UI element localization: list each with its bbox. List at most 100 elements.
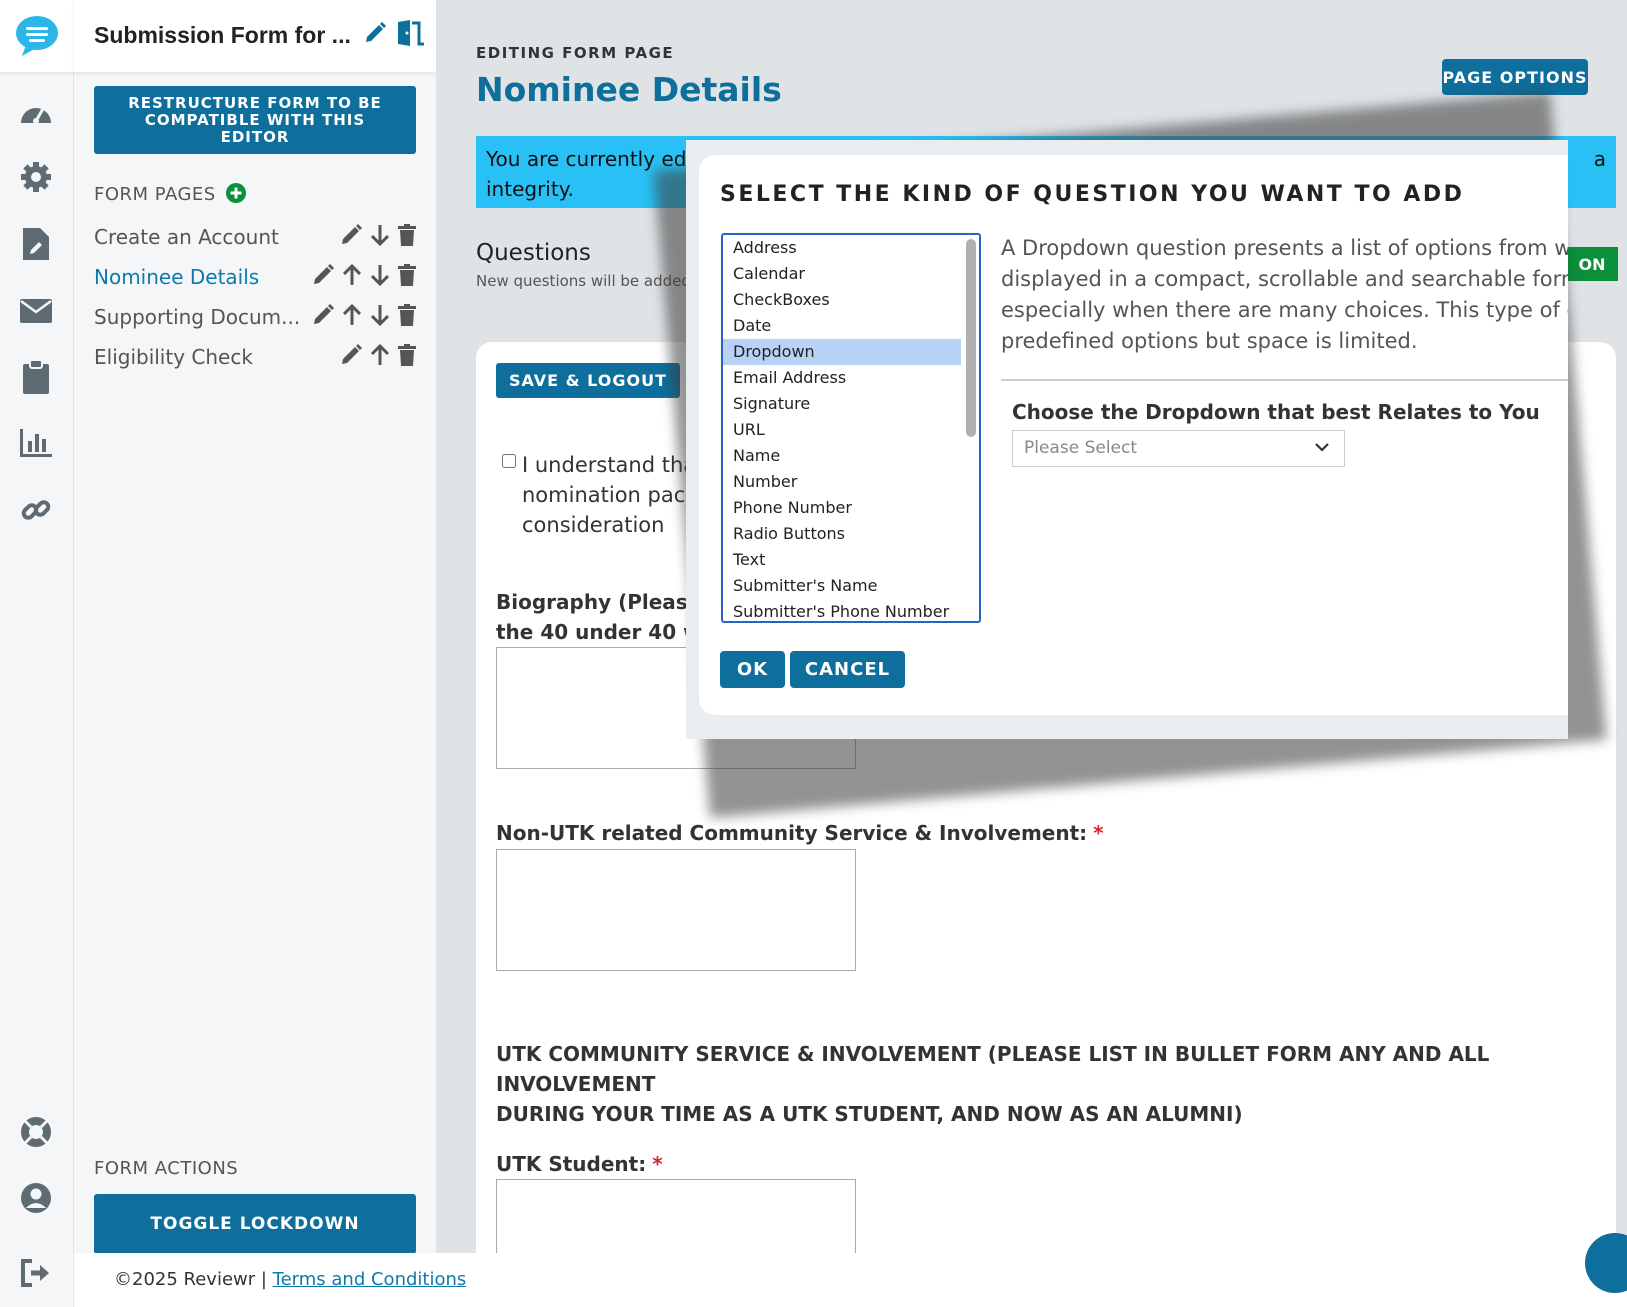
arrow-down-icon[interactable] bbox=[370, 264, 390, 290]
option-email-address[interactable]: Email Address bbox=[723, 365, 961, 391]
chat-logo-icon[interactable] bbox=[0, 0, 74, 72]
preview-question-label: Choose the Dropdown that best Relates to… bbox=[1012, 400, 1540, 424]
option-calendar[interactable]: Calendar bbox=[723, 261, 961, 287]
logout-icon[interactable] bbox=[17, 1254, 55, 1292]
arrow-down-icon[interactable] bbox=[370, 224, 390, 250]
pencil-icon[interactable] bbox=[312, 264, 334, 290]
arrow-up-icon[interactable] bbox=[370, 343, 390, 370]
trash-icon[interactable] bbox=[398, 264, 416, 290]
sidebar-page-eligibility-check[interactable]: Eligibility Check bbox=[94, 340, 416, 374]
settings-gear-icon[interactable] bbox=[17, 158, 55, 196]
trash-icon[interactable] bbox=[398, 224, 416, 250]
biography-label-line2: the 40 under 40 we bbox=[496, 620, 716, 644]
option-text[interactable]: Text bbox=[723, 547, 961, 573]
sidebar-page-supporting-documents[interactable]: Supporting Docum... bbox=[94, 300, 416, 334]
sidebar-page-create-account[interactable]: Create an Account bbox=[94, 220, 416, 254]
pencil-icon[interactable] bbox=[340, 224, 362, 250]
option-date[interactable]: Date bbox=[723, 313, 961, 339]
page-item-label: Create an Account bbox=[94, 225, 279, 249]
ok-button[interactable]: OK bbox=[720, 651, 785, 688]
required-asterisk: * bbox=[1093, 821, 1104, 845]
option-radio-buttons[interactable]: Radio Buttons bbox=[723, 521, 961, 547]
toggle-lockdown-button[interactable]: TOGGLE LOCKDOWN bbox=[94, 1194, 416, 1254]
form-actions-label: FORM ACTIONS bbox=[94, 1158, 239, 1179]
form-pages-heading: FORM PAGES bbox=[94, 183, 246, 208]
description-line: displayed in a compact, scrollable and s… bbox=[1001, 267, 1568, 291]
arrow-down-icon[interactable] bbox=[370, 304, 390, 330]
restructure-form-button[interactable]: RESTRUCTURE FORM TO BE COMPATIBLE WITH T… bbox=[94, 86, 416, 154]
option-signature[interactable]: Signature bbox=[723, 391, 961, 417]
checkbox-text-line1: I understand tha bbox=[522, 453, 697, 477]
utk-student-label-text: UTK Student: bbox=[496, 1152, 647, 1176]
option-phone-number[interactable]: Phone Number bbox=[723, 495, 961, 521]
pencil-icon[interactable] bbox=[340, 344, 362, 370]
utk-student-label: UTK Student: * bbox=[496, 1149, 663, 1179]
sidebar-header: Submission Form for ... bbox=[74, 0, 436, 72]
listbox-scrollbar-thumb[interactable] bbox=[966, 239, 976, 437]
option-checkboxes[interactable]: CheckBoxes bbox=[723, 287, 961, 313]
question-type-dialog: SELECT THE KIND OF QUESTION YOU WANT TO … bbox=[699, 155, 1568, 715]
description-line: predefined options but space is limited. bbox=[1001, 329, 1418, 353]
dialog-title: SELECT THE KIND OF QUESTION YOU WANT TO … bbox=[720, 182, 1465, 207]
page-item-label: Nominee Details bbox=[94, 265, 260, 289]
non-utk-label: Non-UTK related Community Service & Invo… bbox=[496, 818, 1104, 848]
cancel-button[interactable]: CANCEL bbox=[790, 651, 905, 688]
plus-circle-icon[interactable] bbox=[225, 183, 246, 208]
arrow-up-icon[interactable] bbox=[342, 303, 362, 330]
utk-community-heading: UTK COMMUNITY SERVICE & INVOLVEMENT (PLE… bbox=[496, 1039, 1536, 1129]
option-submitters-name[interactable]: Submitter's Name bbox=[723, 573, 961, 599]
utk-heading-line2: DURING YOUR TIME AS A UTK STUDENT, AND N… bbox=[496, 1102, 1243, 1126]
link-icon[interactable] bbox=[17, 491, 55, 529]
sidebar-page-nominee-details[interactable]: Nominee Details bbox=[94, 260, 416, 294]
utk-heading-line1: UTK COMMUNITY SERVICE & INVOLVEMENT (PLE… bbox=[496, 1042, 1490, 1096]
non-utk-label-text: Non-UTK related Community Service & Invo… bbox=[496, 821, 1088, 845]
preview-dropdown[interactable]: Please Select bbox=[1012, 430, 1345, 467]
form-pages-label: FORM PAGES bbox=[94, 184, 216, 205]
footer: ©2025 Reviewr | Terms and Conditions bbox=[74, 1253, 1627, 1307]
utk-student-textarea[interactable] bbox=[496, 1179, 856, 1253]
chevron-down-icon bbox=[1314, 439, 1330, 460]
pencil-icon[interactable] bbox=[364, 22, 386, 48]
trash-icon[interactable] bbox=[398, 344, 416, 370]
option-address[interactable]: Address bbox=[723, 235, 961, 261]
biography-label-line1: Biography (Please bbox=[496, 590, 702, 614]
page-title: Nominee Details bbox=[476, 70, 782, 109]
terms-link[interactable]: Terms and Conditions bbox=[273, 1269, 467, 1290]
form-title: Submission Form for ... bbox=[94, 22, 351, 48]
question-type-description: A Dropdown question presents a list of o… bbox=[1001, 233, 1568, 357]
save-logout-button[interactable]: SAVE & LOGOUT bbox=[496, 363, 680, 398]
clipboard-icon[interactable] bbox=[17, 358, 55, 396]
door-icon[interactable] bbox=[396, 20, 424, 50]
footer-text: ©2025 Reviewr | Terms and Conditions bbox=[114, 1269, 466, 1290]
required-asterisk: * bbox=[652, 1152, 663, 1176]
on-button[interactable]: ON bbox=[1566, 247, 1618, 281]
document-icon[interactable] bbox=[17, 225, 55, 263]
page-item-label: Eligibility Check bbox=[94, 345, 253, 369]
option-submitters-phone-number[interactable]: Submitter's Phone Number bbox=[723, 599, 961, 621]
question-type-listbox[interactable]: Address Calendar CheckBoxes Date Dropdow… bbox=[721, 233, 981, 623]
option-name[interactable]: Name bbox=[723, 443, 961, 469]
non-utk-textarea[interactable] bbox=[496, 849, 856, 971]
dashboard-gauge-icon[interactable] bbox=[17, 93, 55, 131]
description-line: A Dropdown question presents a list of o… bbox=[1001, 236, 1568, 260]
trash-icon[interactable] bbox=[398, 304, 416, 330]
dialog-divider bbox=[1001, 379, 1568, 381]
mail-icon[interactable] bbox=[17, 292, 55, 330]
page-item-label: Supporting Docum... bbox=[94, 305, 301, 329]
arrow-up-icon[interactable] bbox=[342, 263, 362, 290]
page-options-button[interactable]: PAGE OPTIONS bbox=[1442, 59, 1588, 95]
icon-rail bbox=[0, 0, 74, 1307]
option-url[interactable]: URL bbox=[723, 417, 961, 443]
preview-dropdown-placeholder: Please Select bbox=[1024, 438, 1138, 458]
banner-text-line1: You are currently ed bbox=[486, 147, 687, 171]
pencil-icon[interactable] bbox=[312, 304, 334, 330]
option-dropdown[interactable]: Dropdown bbox=[723, 339, 961, 365]
user-icon[interactable] bbox=[17, 1179, 55, 1217]
checkbox-text-line3: consideration bbox=[522, 513, 665, 537]
chart-icon[interactable] bbox=[17, 424, 55, 462]
option-number[interactable]: Number bbox=[723, 469, 961, 495]
editing-form-page-label: EDITING FORM PAGE bbox=[476, 44, 675, 62]
questions-heading: Questions bbox=[476, 240, 591, 266]
acknowledgement-checkbox[interactable] bbox=[502, 454, 516, 468]
help-lifebuoy-icon[interactable] bbox=[17, 1113, 55, 1151]
